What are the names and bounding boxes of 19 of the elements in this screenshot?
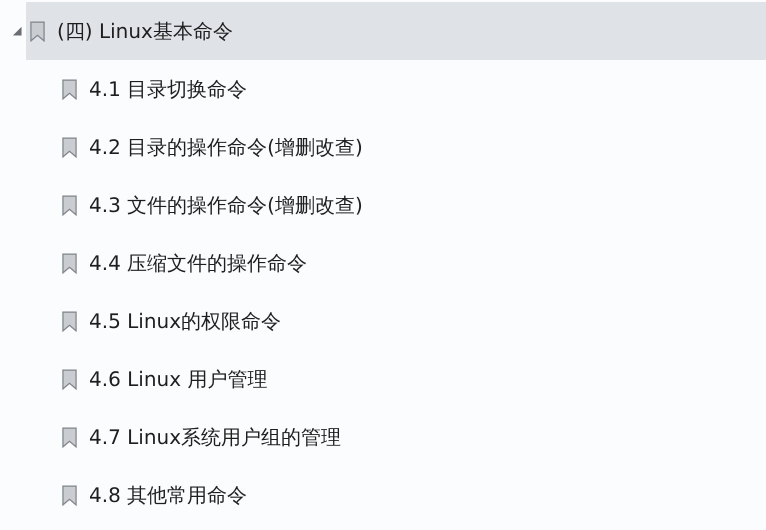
- outline-item[interactable]: (四) Linux基本命令: [26, 2, 766, 60]
- outline-item[interactable]: 4.4 压缩文件的操作命令: [62, 234, 766, 292]
- outline-item[interactable]: 4.7 Linux系统用户组的管理: [62, 408, 766, 466]
- outline-item[interactable]: 4.8 其他常用命令: [62, 466, 766, 524]
- bookmark-icon: [62, 368, 77, 390]
- outline-item[interactable]: 4.6 Linux 用户管理: [62, 350, 766, 408]
- outline-item[interactable]: 4.2 目录的操作命令(增删改查): [62, 118, 766, 176]
- bookmark-icon: [30, 20, 45, 42]
- bookmark-icon: [62, 252, 77, 274]
- bookmark-icon: [62, 78, 77, 100]
- bookmark-icon: [62, 310, 77, 332]
- bookmark-icon: [62, 194, 77, 216]
- bookmark-icon: [62, 136, 77, 158]
- outline-item[interactable]: 4.1 目录切换命令: [62, 60, 766, 118]
- bookmark-icon: [62, 426, 77, 448]
- outline-item[interactable]: 4.5 Linux的权限命令: [62, 292, 766, 350]
- outline-item[interactable]: 4.3 文件的操作命令(增删改查): [62, 176, 766, 234]
- bookmark-icon: [62, 484, 77, 506]
- collapse-arrow-icon[interactable]: [13, 26, 22, 36]
